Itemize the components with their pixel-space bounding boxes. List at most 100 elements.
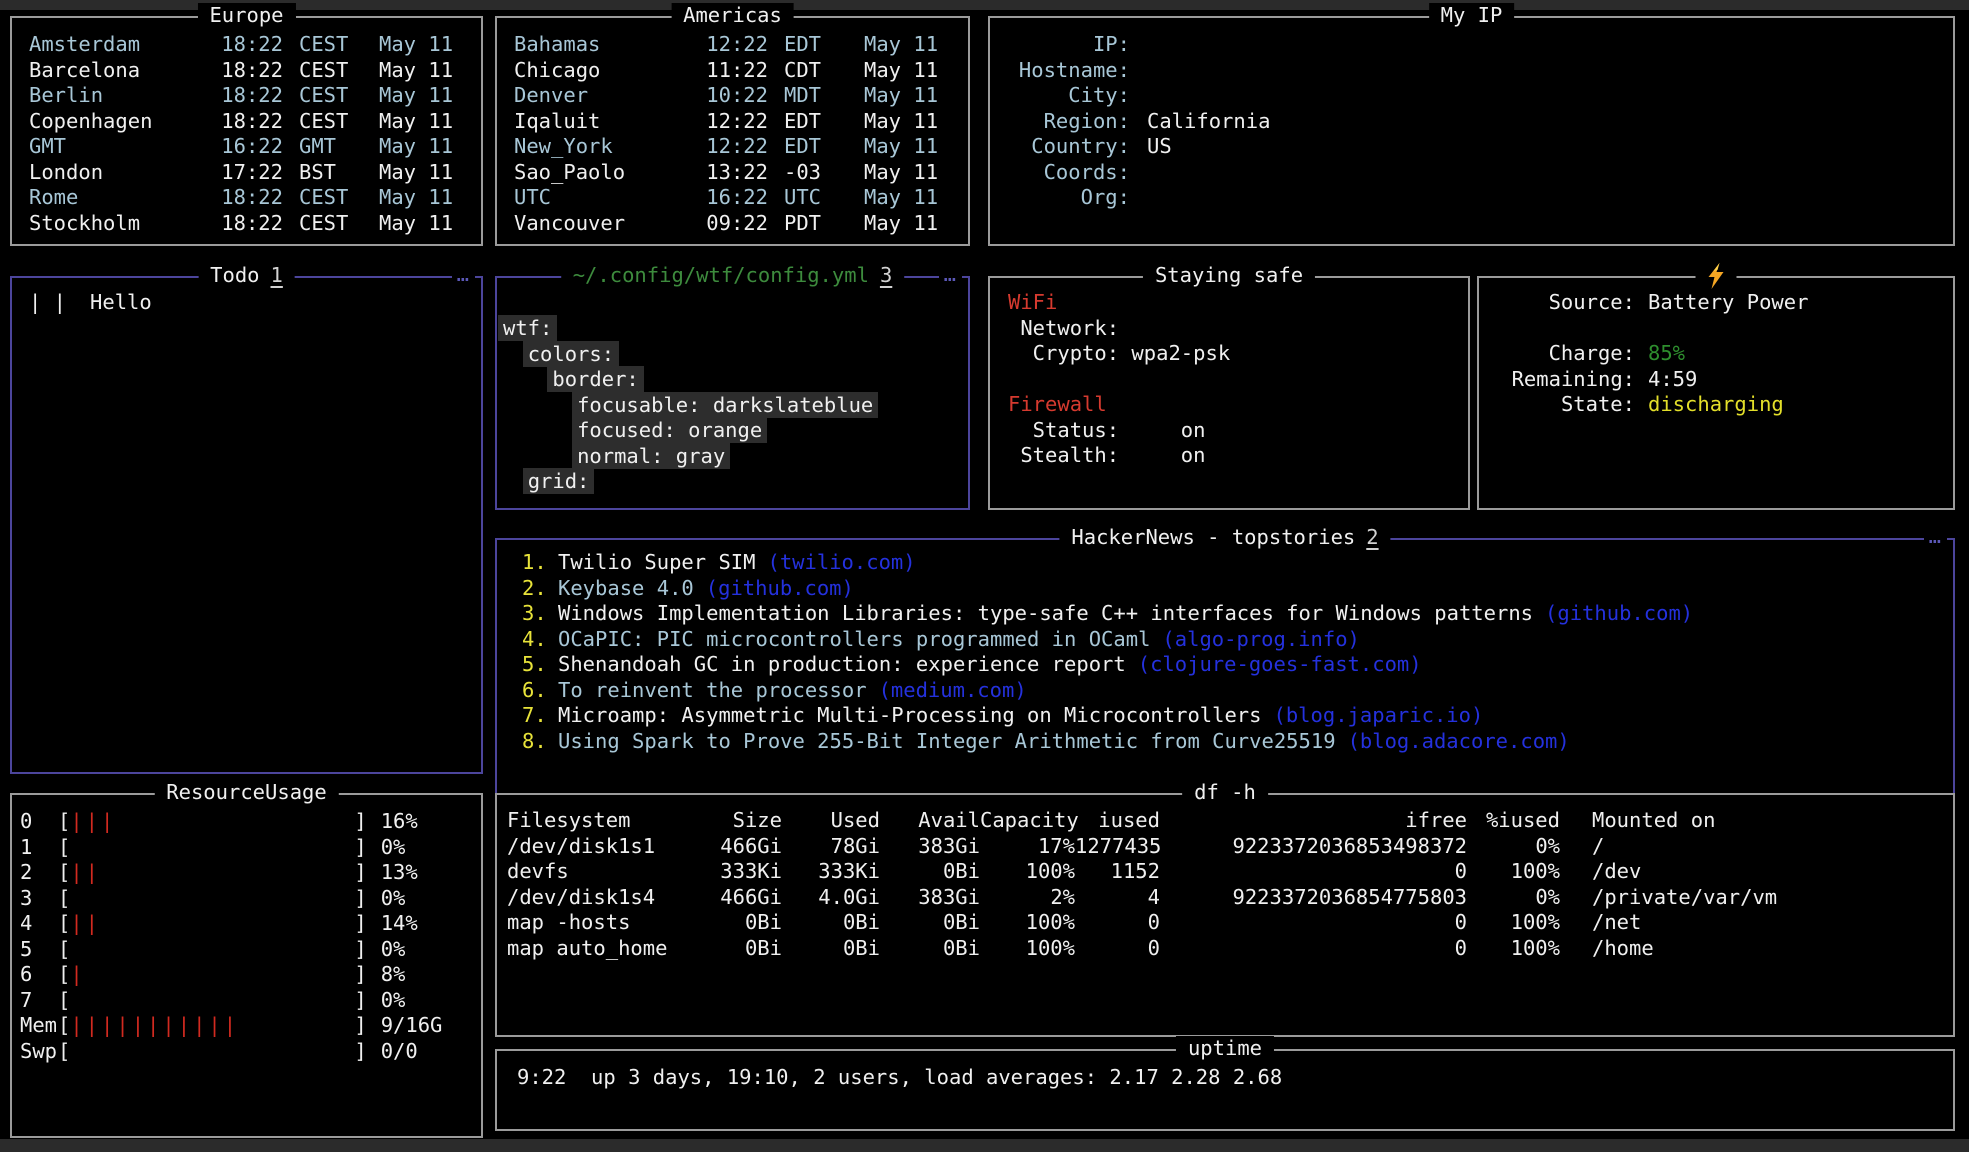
ip-field: Org:	[1008, 185, 1945, 211]
more-content-indicator: …	[1924, 524, 1947, 550]
panel-title-staying-safe: Staying safe	[1143, 263, 1315, 289]
bottom-bar	[0, 1139, 1969, 1152]
hackernews-story[interactable]: 1.Twilio Super SIM(twilio.com)	[522, 550, 1945, 576]
story-domain-link[interactable]: (medium.com)	[879, 678, 1027, 702]
panel-title-config: ~/.config/wtf/config.yml 3	[561, 263, 905, 289]
swap-meter: Swp[]0/0	[20, 1039, 475, 1065]
meter-bars	[70, 937, 354, 963]
battery-source-row: Source:Battery Power	[1511, 290, 1945, 316]
panel-uptime: uptime 9:22 up 3 days, 19:10, 2 users, l…	[495, 1049, 1955, 1131]
blank-line	[1008, 367, 1460, 393]
wifi-network-row: Network:	[1008, 316, 1460, 342]
panel-resource-usage: ResourceUsage 0[|||]16% 1[]0% 2[||]13% 3…	[10, 793, 483, 1138]
todo-checkbox[interactable]: | |	[29, 290, 66, 314]
clock-row: Sao_Paolo13:22-03May 11	[514, 160, 960, 186]
hackernews-story[interactable]: 7.Microamp: Asymmetric Multi-Processing …	[522, 703, 1945, 729]
config-line: border:	[503, 367, 960, 393]
ip-field: Region:California	[1008, 109, 1945, 135]
table-header-row: FilesystemSizeUsedAvailCapacityiusedifre…	[507, 808, 1945, 834]
todo-item-label: Hello	[90, 290, 152, 314]
meter-bars: |||||||||||	[70, 1013, 354, 1039]
table-row: /dev/disk1s1466Gi78Gi383Gi17%12774359223…	[507, 834, 1945, 860]
more-content-indicator: …	[939, 262, 962, 288]
panel-title-df: df -h	[1182, 780, 1268, 806]
battery-state-row: State:discharging	[1511, 392, 1945, 418]
battery-charge-row: Charge:85%	[1511, 341, 1945, 367]
table-row: map -hosts0Bi0Bi0Bi100%00100%/net	[507, 910, 1945, 936]
config-line: focusable: darkslateblue	[503, 393, 960, 419]
table-row: /dev/disk1s4466Gi4.0Gi383Gi2%49223372036…	[507, 885, 1945, 911]
panel-battery: Source:Battery Power Charge:85% Remainin…	[1477, 276, 1955, 510]
config-shortcut-index: 3	[880, 263, 892, 287]
config-line: wtf:	[503, 316, 960, 342]
firewall-section-heading: Firewall	[1008, 392, 1460, 418]
panel-title-americas: Americas	[671, 3, 794, 29]
my-ip-fields: IP: Hostname: City: Region:California Co…	[990, 18, 1953, 211]
clock-row: Bahamas12:22EDTMay 11	[514, 32, 960, 58]
config-line: focused: orange	[503, 418, 960, 444]
hackernews-story[interactable]: 3.Windows Implementation Libraries: type…	[522, 601, 1945, 627]
clock-row: Rome18:22CESTMay 11	[29, 185, 473, 211]
battery-state-value: discharging	[1635, 392, 1945, 418]
lightning-bolt-icon	[1708, 263, 1725, 289]
blank-line	[1511, 316, 1945, 342]
config-file-contents: wtf: colors: border: focusable: darkslat…	[497, 278, 968, 495]
clock-row: UTC16:22UTCMay 11	[514, 185, 960, 211]
hackernews-story-list: 1.Twilio Super SIM(twilio.com) 2.Keybase…	[497, 540, 1953, 754]
clock-row: Amsterdam18:22CESTMay 11	[29, 32, 473, 58]
panel-title-uptime: uptime	[1176, 1036, 1274, 1062]
story-domain-link[interactable]: (clojure-goes-fast.com)	[1138, 652, 1422, 676]
clock-row: Copenhagen18:22CESTMay 11	[29, 109, 473, 135]
panel-title-todo: Todo1	[198, 263, 295, 289]
story-domain-link[interactable]: (twilio.com)	[767, 550, 915, 574]
config-file-path: ~/.config/wtf/config.yml	[573, 263, 869, 287]
meter-bars: ||	[70, 911, 354, 937]
story-domain-link[interactable]: (blog.adacore.com)	[1348, 729, 1570, 753]
hackernews-story[interactable]: 2.Keybase 4.0(github.com)	[522, 576, 1945, 602]
clock-row: GMT16:22GMTMay 11	[29, 134, 473, 160]
hackernews-story[interactable]: 4.OCaPIC: PIC microcontrollers programme…	[522, 627, 1945, 653]
ip-field: City:	[1008, 83, 1945, 109]
cpu-meter: 2[||]13%	[20, 860, 475, 886]
ip-field: Country:US	[1008, 134, 1945, 160]
panel-todo[interactable]: Todo1 … | |Hello	[10, 276, 483, 774]
meter-bars	[70, 988, 354, 1014]
cpu-memory-meters: 0[|||]16% 1[]0% 2[||]13% 3[]0% 4[||]14% …	[12, 795, 481, 1064]
todo-item[interactable]: | | Hello	[29, 290, 473, 316]
config-line: colors:	[503, 342, 960, 368]
wifi-section-heading: WiFi	[1008, 290, 1460, 316]
americas-clock-list: Bahamas12:22EDTMay 11 Chicago11:22CDTMay…	[497, 18, 968, 236]
story-domain-link[interactable]: (blog.japaric.io)	[1274, 703, 1484, 727]
battery-status: Source:Battery Power Charge:85% Remainin…	[1479, 278, 1953, 418]
clock-row: New_York12:22EDTMay 11	[514, 134, 960, 160]
panel-staying-safe: Staying safe WiFi Network: Crypto: wpa2-…	[988, 276, 1470, 510]
panel-config-file[interactable]: ~/.config/wtf/config.yml3 … wtf: colors:…	[495, 276, 970, 510]
story-domain-link[interactable]: (algo-prog.info)	[1162, 627, 1359, 651]
europe-clock-list: Amsterdam18:22CESTMay 11 Barcelona18:22C…	[12, 18, 481, 236]
wifi-crypto-row: Crypto: wpa2-psk	[1008, 341, 1460, 367]
panel-title-hackernews: HackerNews - topstories2	[1059, 525, 1390, 551]
cpu-meter: 0[|||]16%	[20, 809, 475, 835]
story-domain-link[interactable]: (github.com)	[1545, 601, 1693, 625]
firewall-stealth-row: Stealth: on	[1008, 443, 1460, 469]
cpu-meter: 3[]0%	[20, 886, 475, 912]
meter-bars	[70, 835, 354, 861]
security-status: WiFi Network: Crypto: wpa2-psk Firewall …	[990, 278, 1468, 469]
ip-field: Hostname:	[1008, 58, 1945, 84]
more-content-indicator: …	[452, 262, 475, 288]
clock-row: Barcelona18:22CESTMay 11	[29, 58, 473, 84]
panel-title-battery	[1696, 263, 1737, 289]
hackernews-story[interactable]: 6.To reinvent the processor(medium.com)	[522, 678, 1945, 704]
hackernews-story[interactable]: 8.Using Spark to Prove 255-Bit Integer A…	[522, 729, 1945, 755]
meter-bars	[70, 886, 354, 912]
clock-row: Berlin18:22CESTMay 11	[29, 83, 473, 109]
clock-row: Vancouver09:22PDTMay 11	[514, 211, 960, 237]
table-row: devfs333Ki333Ki0Bi100%11520100%/dev	[507, 859, 1945, 885]
memory-meter: Mem[|||||||||||]9/16G	[20, 1013, 475, 1039]
meter-bars	[70, 1039, 354, 1065]
clock-row: Stockholm18:22CESTMay 11	[29, 211, 473, 237]
story-domain-link[interactable]: (github.com)	[706, 576, 854, 600]
firewall-status-row: Status: on	[1008, 418, 1460, 444]
hackernews-story[interactable]: 5.Shenandoah GC in production: experienc…	[522, 652, 1945, 678]
panel-disk-usage: df -h FilesystemSizeUsedAvailCapacityius…	[495, 793, 1955, 1037]
